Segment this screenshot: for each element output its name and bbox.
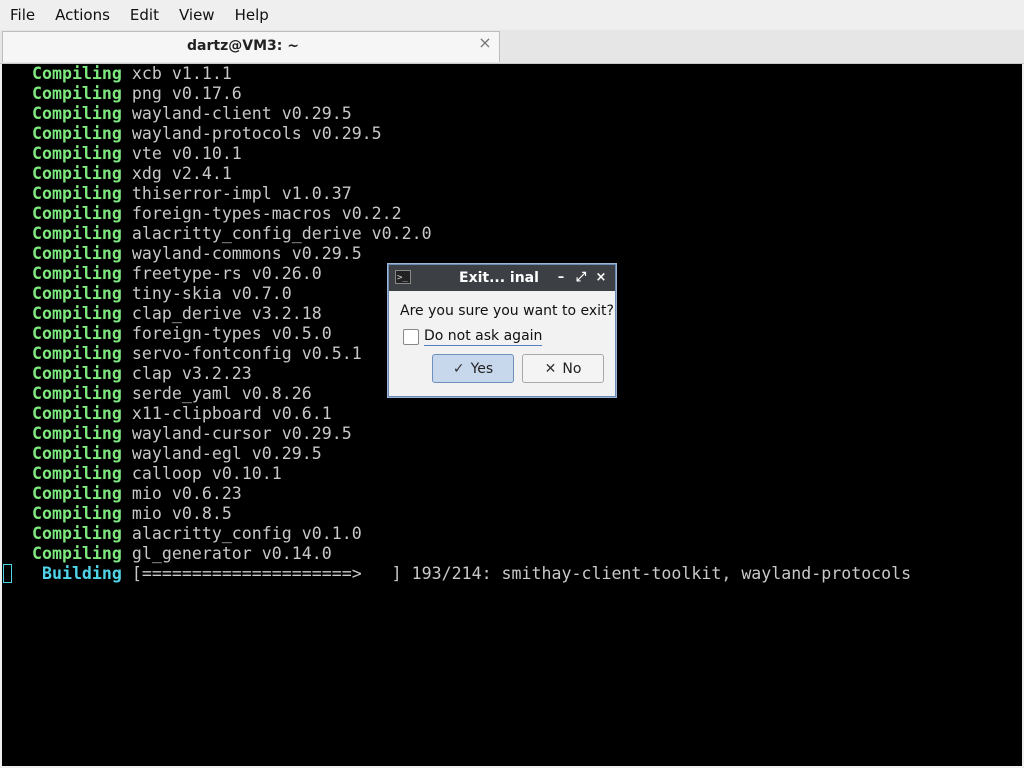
compile-verb: Compiling <box>31 364 122 383</box>
terminal-line: Compiling vte v0.10.1 <box>2 144 911 164</box>
crate-name: wayland-cursor v0.29.5 <box>131 424 352 443</box>
minimize-icon[interactable]: – <box>553 269 569 287</box>
compile-verb: Compiling <box>31 244 122 263</box>
no-button-label: No <box>562 361 582 377</box>
terminal-line: Compiling wayland-egl v0.29.5 <box>2 444 911 464</box>
crate-name: serde_yaml v0.8.26 <box>131 384 312 403</box>
build-progress-text: [=====================> ] 193/214: smith… <box>131 564 912 583</box>
menu-view[interactable]: View <box>169 0 225 30</box>
dialog-title: Exit... inal <box>459 270 539 286</box>
compile-verb: Compiling <box>31 84 122 103</box>
crate-name: clap_derive v3.2.18 <box>131 304 322 323</box>
crate-name: wayland-commons v0.29.5 <box>131 244 362 263</box>
compile-verb: Compiling <box>31 144 122 163</box>
tab-title: dartz@VM3: ~ <box>187 38 299 54</box>
crate-name: foreign-types-macros v0.2.2 <box>131 204 402 223</box>
compile-verb: Compiling <box>31 404 122 423</box>
terminal-line: Compiling xcb v1.1.1 <box>2 64 911 84</box>
crate-name: wayland-egl v0.29.5 <box>131 444 322 463</box>
terminal-line: Compiling wayland-commons v0.29.5 <box>2 244 911 264</box>
do-not-ask-label[interactable]: Do not ask again <box>424 328 543 346</box>
compile-verb: Compiling <box>31 464 122 483</box>
menu-help[interactable]: Help <box>225 0 279 30</box>
compile-verb: Compiling <box>31 184 122 203</box>
crate-name: vte v0.10.1 <box>131 144 242 163</box>
terminal-app-icon: >_ <box>395 270 411 284</box>
crate-name: alacritty_config v0.1.0 <box>131 524 362 543</box>
crate-name: gl_generator v0.14.0 <box>131 544 332 563</box>
menu-actions[interactable]: Actions <box>45 0 120 30</box>
terminal-line: Compiling x11-clipboard v0.6.1 <box>2 404 911 424</box>
terminal-line: Compiling mio v0.6.23 <box>2 484 911 504</box>
compile-verb: Compiling <box>31 444 122 463</box>
menu-file[interactable]: File <box>0 0 45 30</box>
x-icon: ✕ <box>544 361 557 377</box>
dialog-titlebar[interactable]: >_ Exit... inal – ⤢ × <box>389 265 615 291</box>
terminal-line: Compiling alacritty_config_derive v0.2.0 <box>2 224 911 244</box>
compile-verb: Compiling <box>31 484 122 503</box>
do-not-ask-checkbox[interactable] <box>403 329 419 345</box>
crate-name: tiny-skia v0.7.0 <box>131 284 292 303</box>
building-verb: Building <box>41 564 122 583</box>
terminal-line: Compiling alacritty_config v0.1.0 <box>2 524 911 544</box>
compile-verb: Compiling <box>31 64 122 83</box>
crate-name: freetype-rs v0.26.0 <box>131 264 322 283</box>
crate-name: png v0.17.6 <box>131 84 242 103</box>
compile-verb: Compiling <box>31 164 122 183</box>
compile-verb: Compiling <box>31 284 122 303</box>
terminal-cursor <box>3 564 12 583</box>
crate-name: thiserror-impl v1.0.37 <box>131 184 352 203</box>
compile-verb: Compiling <box>31 544 122 563</box>
terminal-line: Compiling xdg v2.4.1 <box>2 164 911 184</box>
crate-name: wayland-client v0.29.5 <box>131 104 352 123</box>
check-icon: ✓ <box>452 361 465 377</box>
compile-verb: Compiling <box>31 104 122 123</box>
exit-confirm-dialog: >_ Exit... inal – ⤢ × Are you sure you w… <box>388 264 616 397</box>
compile-verb: Compiling <box>31 264 122 283</box>
yes-button-label: Yes <box>470 361 494 377</box>
compile-verb: Compiling <box>31 384 122 403</box>
tab-bar: dartz@VM3: ~ × <box>0 30 1024 64</box>
terminal-line: Compiling foreign-types-macros v0.2.2 <box>2 204 911 224</box>
no-button[interactable]: ✕ No <box>522 354 604 383</box>
crate-name: alacritty_config_derive v0.2.0 <box>131 224 432 243</box>
crate-name: xcb v1.1.1 <box>131 64 232 83</box>
compile-verb: Compiling <box>31 124 122 143</box>
crate-name: mio v0.6.23 <box>131 484 242 503</box>
building-progress-line: Building [=====================> ] 193/2… <box>2 564 911 584</box>
compile-verb: Compiling <box>31 504 122 523</box>
terminal-line: Compiling calloop v0.10.1 <box>2 464 911 484</box>
crate-name: foreign-types v0.5.0 <box>131 324 332 343</box>
compile-verb: Compiling <box>31 424 122 443</box>
compile-verb: Compiling <box>31 524 122 543</box>
maximize-icon[interactable]: ⤢ <box>573 269 589 287</box>
terminal-output[interactable]: Compiling xcb v1.1.1 Compiling png v0.17… <box>2 64 1022 766</box>
terminal-line: Compiling mio v0.8.5 <box>2 504 911 524</box>
crate-name: calloop v0.10.1 <box>131 464 282 483</box>
close-icon[interactable]: × <box>593 269 609 287</box>
terminal-line: Compiling png v0.17.6 <box>2 84 911 104</box>
crate-name: x11-clipboard v0.6.1 <box>131 404 332 423</box>
compile-verb: Compiling <box>31 344 122 363</box>
menu-bar: File Actions Edit View Help <box>0 0 1024 30</box>
crate-name: clap v3.2.23 <box>131 364 252 383</box>
crate-name: servo-fontconfig v0.5.1 <box>131 344 362 363</box>
compile-verb: Compiling <box>31 304 122 323</box>
terminal-tab[interactable]: dartz@VM3: ~ × <box>2 31 500 62</box>
tab-close-icon[interactable]: × <box>477 35 493 51</box>
crate-name: wayland-protocols v0.29.5 <box>131 124 382 143</box>
terminal-line: Compiling wayland-protocols v0.29.5 <box>2 124 911 144</box>
terminal-line: Compiling wayland-client v0.29.5 <box>2 104 911 124</box>
yes-button[interactable]: ✓ Yes <box>432 354 514 383</box>
terminal-line: Compiling wayland-cursor v0.29.5 <box>2 424 911 444</box>
dialog-question: Are you sure you want to exit? <box>400 303 614 319</box>
compile-verb: Compiling <box>31 204 122 223</box>
terminal-line: Compiling gl_generator v0.14.0 <box>2 544 911 564</box>
compile-verb: Compiling <box>31 324 122 343</box>
menu-edit[interactable]: Edit <box>120 0 169 30</box>
crate-name: xdg v2.4.1 <box>131 164 232 183</box>
terminal-line: Compiling thiserror-impl v1.0.37 <box>2 184 911 204</box>
crate-name: mio v0.8.5 <box>131 504 232 523</box>
compile-verb: Compiling <box>31 224 122 243</box>
